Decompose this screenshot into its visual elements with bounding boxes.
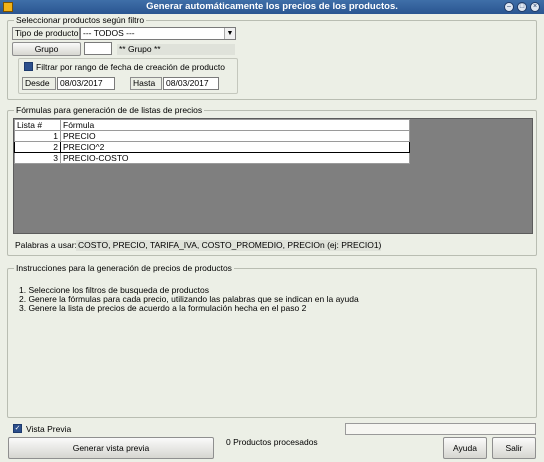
- list-number-cell: 1: [14, 130, 61, 142]
- keywords-value: COSTO, PRECIO, TARIFA_IVA, COSTO_PROMEDI…: [76, 240, 382, 251]
- table-row[interactable]: 3 PRECIO-COSTO: [14, 152, 410, 164]
- window-title: Generar automáticamente los precios de l…: [146, 1, 398, 12]
- date-filter-label: Filtrar por rango de fecha de creación d…: [36, 62, 226, 72]
- progress-bar: [345, 423, 536, 435]
- preview-checkbox-label: Vista Previa: [26, 424, 72, 434]
- table-row[interactable]: 2 PRECIO^2: [14, 141, 410, 153]
- instruction-line: 3. Genere la lista de precios de acuerdo…: [19, 303, 307, 313]
- keywords-label: Palabras a usar:: [15, 240, 77, 250]
- to-date-field[interactable]: 08/03/2017: [163, 77, 219, 90]
- generate-preview-button[interactable]: Generar vista previa: [8, 437, 214, 459]
- help-button[interactable]: Ayuda: [443, 437, 487, 459]
- group-button[interactable]: Grupo: [12, 42, 81, 56]
- date-filter-checkbox[interactable]: [24, 62, 33, 71]
- list-number-cell: 2: [14, 141, 61, 153]
- formula-cell[interactable]: PRECIO^2: [60, 141, 410, 153]
- group-code-input[interactable]: [84, 42, 112, 55]
- group-name-display: ** Grupo **: [117, 44, 235, 55]
- formulas-grid[interactable]: Lista # Fórmula 1 PRECIO 2 PRECIO^2 3 PR…: [13, 118, 533, 234]
- product-type-label: Tipo de producto: [12, 27, 80, 40]
- formulas-table: Lista # Fórmula 1 PRECIO 2 PRECIO^2 3 PR…: [14, 119, 410, 164]
- column-header-list: Lista #: [14, 119, 61, 131]
- from-date-field[interactable]: 08/03/2017: [57, 77, 115, 90]
- product-type-value: --- TODOS ---: [83, 28, 135, 38]
- table-header-row: Lista # Fórmula: [14, 119, 410, 131]
- list-number-cell: 3: [14, 152, 61, 164]
- processed-status: 0 Productos procesados: [226, 437, 318, 447]
- filter-group-legend: Seleccionar productos según filtro: [14, 15, 147, 25]
- formula-cell[interactable]: PRECIO-COSTO: [60, 152, 410, 164]
- exit-button[interactable]: Salir: [492, 437, 536, 459]
- maximize-icon[interactable]: □: [517, 2, 527, 12]
- preview-checkbox[interactable]: ✓: [13, 424, 22, 433]
- minimize-icon[interactable]: –: [504, 2, 514, 12]
- chevron-down-icon[interactable]: ▼: [224, 28, 235, 39]
- formula-cell[interactable]: PRECIO: [60, 130, 410, 142]
- to-label: Hasta: [130, 77, 162, 90]
- instructions-group-legend: Instrucciones para la generación de prec…: [14, 263, 234, 273]
- close-icon[interactable]: ×: [530, 2, 540, 12]
- formulas-group-legend: Fórmulas para generación de de listas de…: [14, 105, 205, 115]
- product-type-select[interactable]: --- TODOS --- ▼: [80, 27, 236, 40]
- title-bar: Generar automáticamente los precios de l…: [0, 0, 544, 14]
- table-row[interactable]: 1 PRECIO: [14, 130, 410, 142]
- from-label: Desde: [22, 77, 56, 90]
- column-header-formula: Fórmula: [60, 119, 410, 131]
